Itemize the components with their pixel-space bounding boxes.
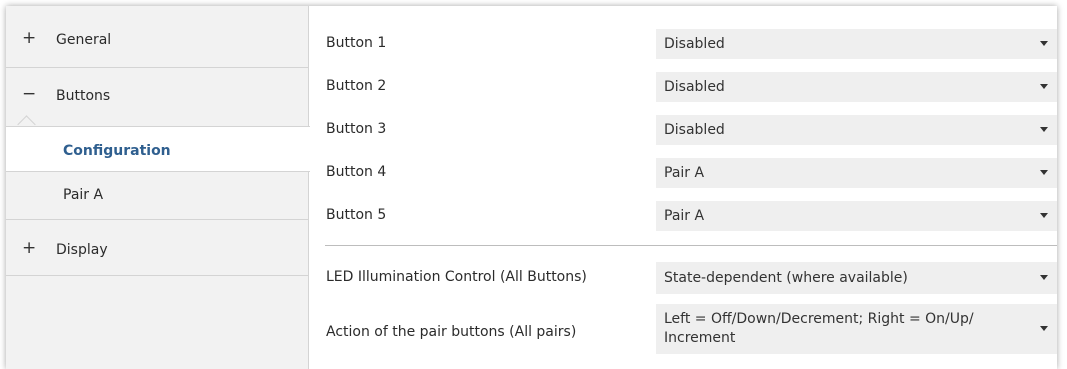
settings-panel: Button 1 Disabled Button 2 Disabled Butt… bbox=[309, 6, 1057, 369]
collapse-icon: − bbox=[22, 84, 37, 104]
button-2-select[interactable]: Disabled bbox=[656, 72, 1057, 102]
expand-icon: + bbox=[22, 28, 37, 48]
sidebar-subitem-pair-a[interactable]: Pair A bbox=[6, 172, 309, 220]
sidebar-subitem-configuration[interactable]: Configuration bbox=[6, 126, 310, 172]
chevron-down-icon bbox=[1040, 170, 1048, 175]
select-value: Disabled bbox=[664, 122, 725, 138]
button-2-label: Button 2 bbox=[326, 78, 387, 94]
chevron-down-icon bbox=[1040, 275, 1048, 280]
led-illumination-label: LED Illumination Control (All Buttons) bbox=[326, 269, 587, 285]
button-4-label: Button 4 bbox=[326, 164, 387, 180]
sidebar-subitem-label: Configuration bbox=[63, 143, 171, 159]
button-1-select[interactable]: Disabled bbox=[656, 29, 1057, 59]
sidebar-item-display[interactable]: + Display bbox=[6, 220, 309, 276]
button-3-select[interactable]: Disabled bbox=[656, 115, 1057, 145]
chevron-down-icon bbox=[1040, 84, 1048, 89]
chevron-down-icon bbox=[1040, 41, 1048, 46]
window: + General − Buttons Configuration Pair A… bbox=[6, 6, 1057, 369]
sidebar-subitem-label: Pair A bbox=[63, 187, 104, 203]
sidebar-item-label: Buttons bbox=[56, 88, 111, 104]
sidebar-item-buttons[interactable]: − Buttons bbox=[6, 68, 309, 126]
button-1-label: Button 1 bbox=[326, 35, 387, 51]
select-value: State-dependent (where available) bbox=[664, 270, 908, 286]
select-value: Pair A bbox=[664, 165, 705, 181]
chevron-down-icon bbox=[1040, 213, 1048, 218]
sidebar: + General − Buttons Configuration Pair A… bbox=[6, 6, 310, 369]
pair-action-label: Action of the pair buttons (All pairs) bbox=[326, 324, 577, 340]
led-illumination-select[interactable]: State-dependent (where available) bbox=[656, 262, 1057, 294]
sidebar-item-label: General bbox=[56, 32, 112, 48]
select-value: Disabled bbox=[664, 36, 725, 52]
button-5-label: Button 5 bbox=[326, 207, 387, 223]
section-divider bbox=[325, 245, 1057, 246]
chevron-down-icon bbox=[1040, 127, 1048, 132]
chevron-down-icon bbox=[1040, 326, 1048, 331]
pair-action-select[interactable]: Left = Off/Down/Decrement; Right = On/Up… bbox=[656, 304, 1057, 354]
select-value: Left = Off/Down/Decrement; Right = On/Up… bbox=[664, 311, 974, 346]
button-3-label: Button 3 bbox=[326, 121, 387, 137]
sidebar-item-label: Display bbox=[56, 242, 108, 258]
sidebar-item-general[interactable]: + General bbox=[6, 6, 309, 68]
button-4-select[interactable]: Pair A bbox=[656, 158, 1057, 188]
select-value: Pair A bbox=[664, 208, 705, 224]
expand-icon: + bbox=[22, 238, 37, 258]
button-5-select[interactable]: Pair A bbox=[656, 201, 1057, 231]
select-value: Disabled bbox=[664, 79, 725, 95]
